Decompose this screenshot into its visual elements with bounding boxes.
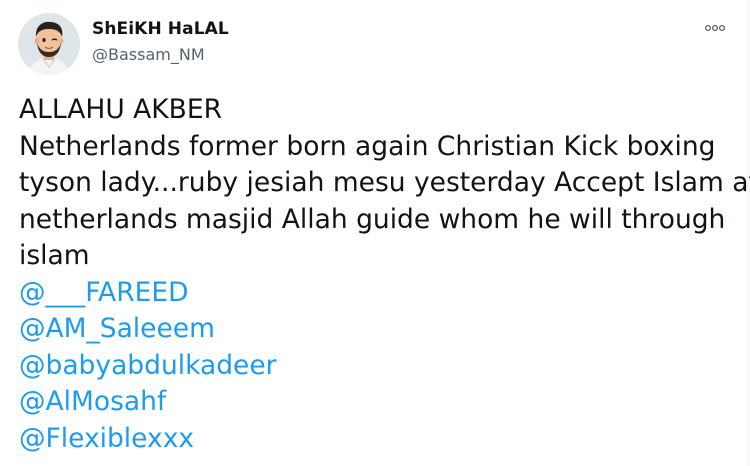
more-options-button[interactable] <box>700 17 730 39</box>
author-handle[interactable]: @Bassam_NM <box>92 45 205 64</box>
tweet-text: ALLAHU AKBER Netherlands former born aga… <box>19 92 750 458</box>
tweet-text-line: Netherlands former born again Christian … <box>19 130 716 162</box>
mention-link[interactable]: @Flexiblexxx <box>19 421 729 458</box>
mention-link[interactable]: @___FAREED <box>19 275 729 312</box>
author-display-name[interactable]: ShEiKH HaLAL <box>92 19 229 39</box>
mention-link[interactable]: @AM_Saleeem <box>19 311 729 348</box>
more-options-icon <box>704 24 726 32</box>
tweet-text-line: ALLAHU AKBER <box>19 94 222 125</box>
tweet-text-line: islam <box>19 240 90 271</box>
mention-link[interactable]: @AlMosahf <box>19 384 729 421</box>
mention-link[interactable]: @babyabdulkadeer <box>19 348 729 385</box>
tweet-text-line: tyson lady...ruby jesiah mesu yesterday … <box>19 167 750 198</box>
tweet-text-line: netherlands masjid Allah guide whom he w… <box>19 203 726 235</box>
tweet-card: ShEiKH HaLAL @Bassam_NM ALLAHU AKBER Net… <box>0 0 750 466</box>
author-avatar[interactable] <box>18 13 80 75</box>
memoji-avatar-icon <box>18 13 80 75</box>
